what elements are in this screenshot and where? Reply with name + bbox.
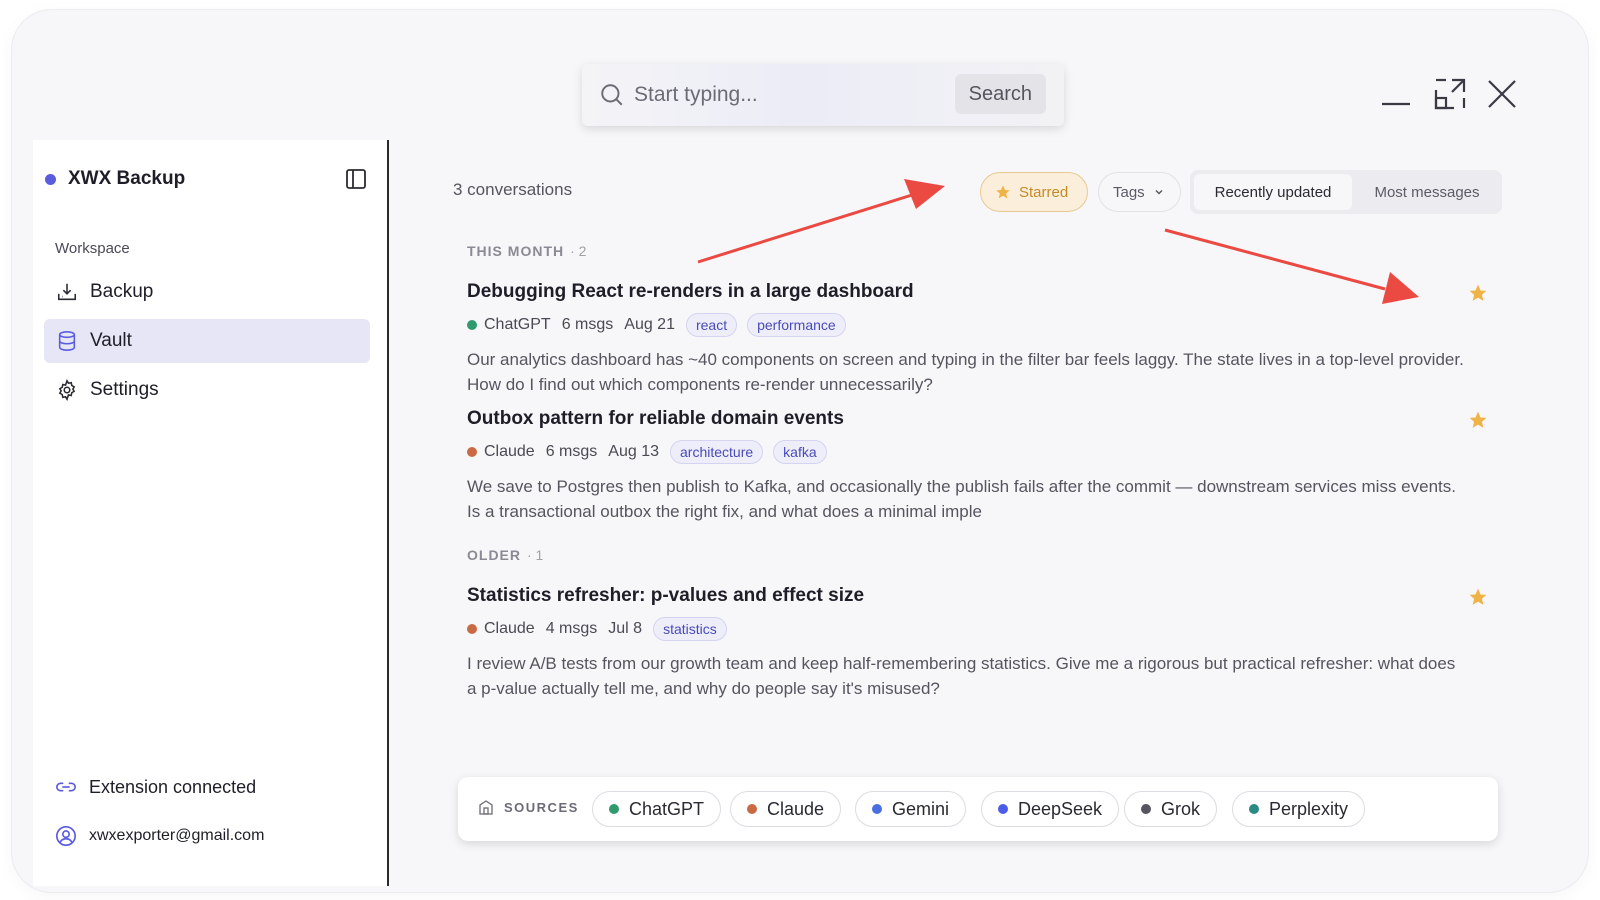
sort-toggle: Recently updated Most messages bbox=[1190, 170, 1502, 214]
conversation-msgs: 4 msgs bbox=[545, 620, 598, 637]
conversation-meta: Claude 6 msgs Aug 13 architecture kafka bbox=[467, 439, 1487, 465]
extension-status-text: Extension connected bbox=[89, 776, 257, 797]
source-chip-claude[interactable]: Claude bbox=[730, 791, 842, 827]
building-icon bbox=[479, 800, 493, 815]
conversation-preview: Our analytics dashboard has ~40 componen… bbox=[467, 350, 1464, 394]
section-header: THIS MONTH · 2 bbox=[467, 243, 586, 259]
sidebar-toggle-icon[interactable] bbox=[345, 168, 367, 190]
conversation-source: ChatGPT bbox=[484, 316, 551, 333]
tags-dropdown[interactable]: Tags bbox=[1098, 172, 1181, 212]
source-chip-label: DeepSeek bbox=[1018, 798, 1103, 819]
sources-bar: SOURCES ChatGPT Claude Gemini DeepSeek G… bbox=[458, 777, 1498, 841]
conversation-title[interactable]: Debugging React re-renders in a large da… bbox=[467, 281, 1487, 303]
tag-chip[interactable]: statistics bbox=[653, 617, 727, 641]
conversation-meta: Claude 4 msgs Jul 8 statistics bbox=[467, 616, 1487, 642]
sidebar-item-settings[interactable]: Settings bbox=[44, 368, 370, 412]
section-header: OLDER · 1 bbox=[467, 547, 543, 563]
conversation-date: Jul 8 bbox=[608, 620, 643, 637]
conversation-msgs: 6 msgs bbox=[561, 316, 614, 333]
sources-label-text: SOURCES bbox=[504, 799, 579, 815]
sidebar: XWX Backup Workspace Backup Vault Settin… bbox=[33, 140, 389, 886]
star-icon[interactable] bbox=[1468, 587, 1488, 607]
source-dot bbox=[467, 624, 477, 634]
source-chip-label: Claude bbox=[767, 798, 825, 819]
tag-chip[interactable]: performance bbox=[747, 313, 846, 337]
workspace-label: Workspace bbox=[55, 240, 130, 257]
search-icon bbox=[601, 84, 623, 106]
search-input[interactable] bbox=[634, 78, 934, 112]
source-chip-label: Perplexity bbox=[1269, 798, 1349, 819]
maximize-icon[interactable] bbox=[1432, 76, 1468, 112]
source-dot bbox=[609, 804, 619, 814]
conversation-title[interactable]: Statistics refresher: p-values and effec… bbox=[467, 585, 1487, 607]
source-dot bbox=[998, 804, 1008, 814]
source-chip-chatgpt[interactable]: ChatGPT bbox=[592, 791, 722, 827]
star-icon bbox=[996, 185, 1010, 199]
conversation-item[interactable]: Outbox pattern for reliable domain event… bbox=[467, 408, 1487, 524]
conversation-msgs: 6 msgs bbox=[545, 443, 598, 460]
sidebar-item-label: Vault bbox=[90, 330, 132, 351]
source-chip-grok[interactable]: Grok bbox=[1124, 791, 1218, 827]
conversation-meta: ChatGPT 6 msgs Aug 21 react performance bbox=[467, 312, 1487, 338]
brand-dot bbox=[45, 173, 56, 185]
conversation-title[interactable]: Outbox pattern for reliable domain event… bbox=[467, 408, 1487, 430]
sidebar-item-backup[interactable]: Backup bbox=[44, 270, 370, 314]
star-icon[interactable] bbox=[1468, 283, 1488, 303]
database-icon bbox=[58, 331, 76, 351]
source-dot bbox=[1249, 804, 1259, 814]
conversation-item[interactable]: Statistics refresher: p-values and effec… bbox=[467, 585, 1487, 701]
conversation-count: 3 conversations bbox=[453, 180, 573, 199]
tags-dropdown-label: Tags bbox=[1113, 183, 1145, 201]
tag-chip[interactable]: architecture bbox=[670, 440, 764, 464]
source-dot bbox=[467, 320, 477, 330]
source-dot bbox=[1141, 804, 1151, 814]
account-email: xwxexporter@gmail.com bbox=[89, 827, 265, 844]
tag-chip[interactable]: kafka bbox=[773, 440, 827, 464]
conversation-date: Aug 21 bbox=[624, 316, 675, 333]
gear-icon bbox=[58, 379, 76, 401]
sidebar-item-vault[interactable]: Vault bbox=[44, 319, 370, 363]
download-icon bbox=[57, 283, 77, 301]
conversation-source: Claude bbox=[484, 620, 535, 637]
conversation-source: Claude bbox=[484, 443, 535, 460]
starred-filter[interactable]: Starred bbox=[980, 172, 1088, 212]
sort-most-messages[interactable]: Most messages bbox=[1356, 174, 1498, 210]
search-bar: Search bbox=[582, 64, 1064, 126]
source-chip-gemini[interactable]: Gemini bbox=[855, 791, 967, 827]
conversation-preview: I review A/B tests from our growth team … bbox=[467, 654, 1456, 698]
sidebar-item-label: Settings bbox=[90, 379, 159, 400]
source-chip-label: ChatGPT bbox=[629, 798, 705, 819]
source-dot bbox=[467, 447, 477, 457]
section-label: OLDER bbox=[467, 547, 521, 563]
section-count: · 1 bbox=[527, 547, 544, 563]
section-count: · 2 bbox=[570, 243, 587, 259]
brand: XWX Backup bbox=[45, 168, 185, 190]
search-button[interactable]: Search bbox=[954, 74, 1046, 114]
sidebar-item-label: Backup bbox=[90, 281, 154, 302]
chevron-down-icon bbox=[1155, 189, 1163, 195]
brand-name: XWX Backup bbox=[68, 168, 186, 189]
section-label: THIS MONTH bbox=[467, 243, 565, 259]
starred-filter-label: Starred bbox=[1019, 183, 1069, 201]
user-icon bbox=[56, 826, 76, 846]
source-dot bbox=[747, 804, 757, 814]
tag-chip[interactable]: react bbox=[685, 313, 738, 337]
source-dot bbox=[872, 804, 882, 814]
sort-recently-updated[interactable]: Recently updated bbox=[1194, 174, 1352, 210]
star-icon[interactable] bbox=[1468, 410, 1488, 430]
minimize-icon[interactable] bbox=[1378, 76, 1414, 112]
account[interactable]: xwxexporter@gmail.com bbox=[55, 825, 264, 847]
conversation-date: Aug 13 bbox=[608, 443, 659, 460]
source-chip-deepseek[interactable]: DeepSeek bbox=[981, 791, 1120, 827]
source-chip-label: Grok bbox=[1161, 798, 1201, 819]
sources-label: SOURCES bbox=[478, 799, 579, 815]
conversation-preview: We save to Postgres then publish to Kafk… bbox=[467, 477, 1456, 521]
source-chip-label: Gemini bbox=[892, 798, 950, 819]
close-icon[interactable] bbox=[1484, 76, 1520, 112]
conversation-item[interactable]: Debugging React re-renders in a large da… bbox=[467, 281, 1487, 397]
source-chip-perplexity[interactable]: Perplexity bbox=[1232, 791, 1366, 827]
extension-status: Extension connected bbox=[55, 776, 256, 798]
link-icon bbox=[56, 782, 76, 792]
